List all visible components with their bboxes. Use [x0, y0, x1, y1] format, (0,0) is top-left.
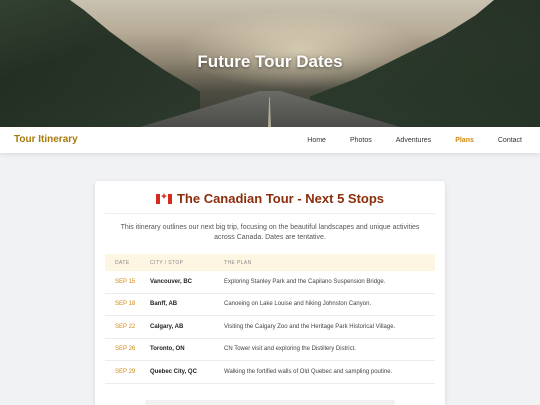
card-intro: This itinerary outlines our next big tri… — [120, 224, 420, 241]
table-row: SEP 22 Calgary, AB Visiting the Calgary … — [105, 316, 435, 339]
row-plan: Walking the fortified walls of Old Quebe… — [224, 368, 393, 375]
row-plan: CN Tower visit and exploring the Distill… — [224, 346, 356, 353]
row-date: SEP 22 — [115, 323, 136, 330]
table-row: SEP 18 Banff, AB Canoeing on Lake Louise… — [105, 294, 435, 316]
nav-link-photos[interactable]: Photos — [350, 137, 372, 144]
row-plan: Exploring Stanley Park and the Capilano … — [224, 278, 386, 285]
header-date: DATE — [115, 259, 130, 266]
table-row: SEP 29 Quebec City, QC Walking the forti… — [105, 361, 435, 384]
row-date: SEP 29 — [115, 368, 136, 375]
table-row: SEP 26 Toronto, ON CN Tower visit and ex… — [105, 339, 435, 361]
row-city: Banff, AB — [150, 301, 178, 308]
row-plan: Canoeing on Lake Louise and hiking Johns… — [224, 301, 372, 308]
card-footnote-faded — [145, 400, 395, 405]
hero-title: Future Tour Dates — [197, 52, 343, 71]
row-city: Quebec City, QC — [150, 368, 197, 375]
nav-link-contact[interactable]: Contact — [498, 137, 522, 144]
brand-logo-text[interactable]: Tour Itinerary — [14, 134, 78, 145]
card-title-text: The Canadian Tour - Next 5 Stops — [176, 191, 385, 206]
row-date: SEP 26 — [115, 346, 136, 353]
nav-link-adventures[interactable]: Adventures — [396, 137, 431, 144]
card-divider — [105, 213, 435, 214]
nav-link-plans[interactable]: Plans — [455, 137, 474, 144]
row-city: Calgary, AB — [150, 323, 184, 330]
hero-banner: Future Tour Dates — [0, 0, 540, 127]
table-header: DATE CITY / STOP THE PLAN — [105, 254, 435, 271]
row-date: SEP 18 — [115, 301, 136, 308]
top-navbar: Tour Itinerary Home Photos Adventures Pl… — [0, 127, 540, 153]
header-plan: THE PLAN — [224, 259, 252, 266]
row-plan: Visiting the Calgary Zoo and the Heritag… — [224, 323, 396, 330]
nav-links: Home Photos Adventures Plans Contact — [283, 127, 522, 153]
canada-flag-icon — [155, 192, 172, 204]
row-date: SEP 15 — [115, 278, 136, 285]
itinerary-card: The Canadian Tour - Next 5 Stops This it… — [95, 181, 445, 405]
row-city: Toronto, ON — [150, 346, 185, 353]
nav-link-home[interactable]: Home — [307, 137, 326, 144]
row-city: Vancouver, BC — [150, 278, 193, 285]
card-title: The Canadian Tour - Next 5 Stops — [95, 191, 445, 206]
itinerary-table: DATE CITY / STOP THE PLAN SEP 15 Vancouv… — [105, 254, 435, 384]
table-row: SEP 15 Vancouver, BC Exploring Stanley P… — [105, 271, 435, 294]
header-city: CITY / STOP — [150, 259, 184, 266]
